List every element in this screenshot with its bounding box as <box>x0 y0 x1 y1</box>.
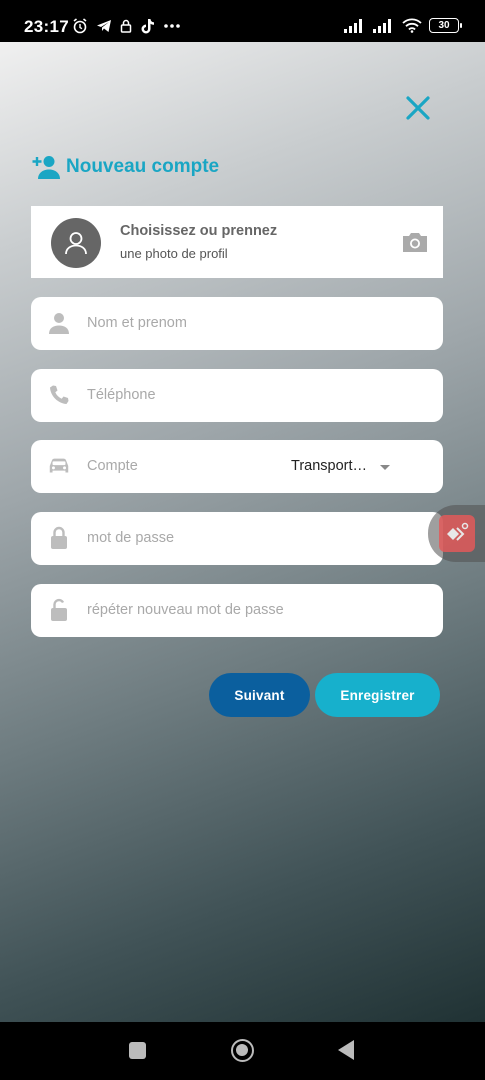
name-placeholder: Nom et prenom <box>87 315 187 331</box>
status-time: 23:17 <box>24 17 69 36</box>
password-repeat-field[interactable]: répéter nouveau mot de passe <box>31 584 443 637</box>
floating-assistant-bubble[interactable] <box>428 505 485 562</box>
name-field[interactable]: Nom et prenom <box>31 297 443 350</box>
assistant-icon <box>439 515 475 552</box>
password-field[interactable]: mot de passe <box>31 512 443 565</box>
camera-icon[interactable] <box>401 231 429 253</box>
page-title: Nouveau compte <box>66 156 220 177</box>
account-label: Compte <box>87 458 138 474</box>
lock-status-icon <box>120 19 132 33</box>
home-icon[interactable] <box>231 1039 254 1062</box>
phone-field[interactable]: Téléphone <box>31 369 443 422</box>
status-system-icons: 30 <box>344 18 462 33</box>
next-button[interactable]: Suivant <box>209 673 310 717</box>
back-icon[interactable] <box>338 1040 354 1060</box>
alarm-icon <box>73 18 87 34</box>
page-header: Nouveau compte <box>32 154 219 180</box>
photo-picker-title: Choisissez ou prennez <box>120 223 278 239</box>
battery-icon: 30 <box>429 18 462 33</box>
photo-picker-subtitle: une photo de profil <box>120 246 228 261</box>
password-repeat-placeholder: répéter nouveau mot de passe <box>87 602 284 618</box>
status-notification-icons <box>72 18 181 34</box>
add-person-icon <box>32 156 60 179</box>
close-icon[interactable] <box>404 94 432 122</box>
signal-icon-2 <box>373 18 391 33</box>
phone-placeholder: Téléphone <box>87 387 156 403</box>
car-icon <box>47 454 71 478</box>
app-screen: Nouveau compte Choisissez ou prennez une… <box>0 42 485 1022</box>
profile-photo-picker[interactable]: Choisissez ou prennez une photo de profi… <box>31 206 443 278</box>
wifi-icon <box>402 18 422 33</box>
lock-icon <box>47 526 71 550</box>
person-icon <box>47 311 71 335</box>
account-type-select[interactable]: Compte Transport… <box>31 440 443 493</box>
phone-icon <box>47 383 71 407</box>
avatar <box>51 218 101 268</box>
chevron-down-icon <box>380 465 390 470</box>
more-icon <box>164 24 180 28</box>
save-button[interactable]: Enregistrer <box>315 673 440 717</box>
account-selected-value: Transport… <box>291 458 368 474</box>
password-placeholder: mot de passe <box>87 530 175 546</box>
recent-apps-icon[interactable] <box>129 1042 146 1059</box>
status-bar: 23:17 30 <box>0 0 485 42</box>
signal-icon <box>344 18 362 33</box>
telegram-icon <box>97 20 111 32</box>
tiktok-icon <box>141 19 154 34</box>
navigation-bar <box>0 1022 485 1080</box>
avatar-icon <box>65 232 87 255</box>
unlock-icon <box>47 598 71 622</box>
